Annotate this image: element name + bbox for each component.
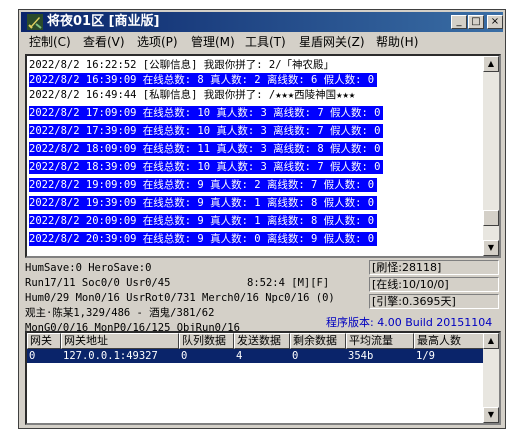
menu-help[interactable]: 帮助(H)	[376, 33, 418, 52]
log-line: 2022/8/2 18:09:09 在线总数: 11 真人数: 3 离线数: 8…	[29, 142, 384, 156]
maximize-button[interactable]: □	[468, 15, 484, 29]
menu-control[interactable]: 控制(C)	[29, 33, 71, 52]
title-bar[interactable]: 将夜01区 [商业版] _ □ ×	[21, 12, 503, 32]
status-humans: Hum0/29 Mon0/16 UsrRot0/731 Merch0/16 Np…	[25, 292, 335, 304]
menu-view[interactable]: 查看(V)	[83, 33, 125, 52]
col-max-users[interactable]: 最高人数	[414, 333, 485, 349]
log-scrollbar[interactable]: ▲ ▼	[483, 56, 499, 256]
menu-manage[interactable]: 管理(M)	[191, 33, 235, 52]
menu-bar: 控制(C) 查看(V) 选项(P) 管理(M) 工具(T) 星盾网关(Z) 帮助…	[21, 33, 503, 52]
log-line: 2022/8/2 19:09:09 在线总数: 9 真人数: 2 离线数: 7 …	[29, 178, 378, 192]
scroll-up-icon[interactable]: ▲	[483, 333, 499, 349]
log-line: 2022/8/2 17:09:09 在线总数: 10 真人数: 3 离线数: 7…	[29, 106, 384, 120]
log-line: 2022/8/2 17:39:09 在线总数: 10 真人数: 3 离线数: 7…	[29, 124, 384, 138]
log-line: 2022/8/2 19:39:09 在线总数: 9 真人数: 1 离线数: 8 …	[29, 196, 378, 210]
cell-max-users: 1/9	[416, 350, 435, 362]
status-run: Run17/11 Soc0/0 Usr0/45	[25, 277, 171, 289]
scroll-down-icon[interactable]: ▼	[483, 240, 499, 256]
log-line: 2022/8/2 16:22:52 [公聊信息] 我跟你拼了: 2/「神农殿」	[29, 59, 335, 71]
col-queue-data[interactable]: 队列数据	[179, 333, 234, 349]
col-gateway-address[interactable]: 网关地址	[61, 333, 179, 349]
menu-options[interactable]: 选项(P)	[137, 33, 178, 52]
cell-gateway: 0	[29, 350, 36, 362]
cell-gateway-address: 127.0.0.1:49327	[63, 350, 158, 362]
monster-refresh-box: [刷怪:28118]	[369, 260, 499, 275]
table-scrollbar[interactable]: ▲ ▼	[483, 333, 499, 423]
log-line: 2022/8/2 16:49:44 [私聊信息] 我跟你拼了: /★★★西陵神国…	[29, 89, 356, 101]
scroll-down-icon[interactable]: ▼	[483, 407, 499, 423]
menu-tools[interactable]: 工具(T)	[245, 33, 286, 52]
main-window: 将夜01区 [商业版] _ □ × 控制(C) 查看(V) 选项(P) 管理(M…	[18, 9, 506, 429]
log-line: 2022/8/2 20:09:09 在线总数: 9 真人数: 1 离线数: 8 …	[29, 214, 378, 228]
sword-app-icon	[27, 14, 43, 30]
program-version: 程序版本: 4.00 Build 20151104	[326, 316, 493, 329]
log-line: 2022/8/2 18:39:09 在线总数: 10 真人数: 3 离线数: 7…	[29, 160, 384, 174]
cell-avg-traffic: 354b	[348, 350, 374, 362]
cell-sent-data: 4	[236, 350, 243, 362]
col-avg-traffic[interactable]: 平均流量	[346, 333, 414, 349]
cell-queue-data: 0	[181, 350, 188, 362]
online-count-box: [在线:10/10/0]	[369, 277, 499, 292]
col-sent-data[interactable]: 发送数据	[234, 333, 290, 349]
gateway-table[interactable]: 网关 网关地址 队列数据 发送数据 剩余数据 平均流量 最高人数 0 127.0…	[25, 331, 501, 425]
window-title: 将夜01区 [商业版]	[47, 14, 160, 29]
scroll-up-icon[interactable]: ▲	[483, 56, 499, 72]
col-remaining-data[interactable]: 剩余数据	[290, 333, 346, 349]
cell-remaining-data: 0	[292, 350, 299, 362]
col-gateway[interactable]: 网关	[27, 333, 61, 349]
status-clock: 8:52:4 [M][F]	[247, 277, 330, 289]
menu-gateway[interactable]: 星盾网关(Z)	[299, 33, 365, 52]
log-line: 2022/8/2 16:39:09 在线总数: 8 真人数: 2 离线数: 6 …	[29, 73, 378, 87]
log-line: 2022/8/2 20:39:09 在线总数: 9 真人数: 0 离线数: 9 …	[29, 232, 378, 246]
status-save: HumSave:0 HeroSave:0	[25, 262, 152, 274]
engine-uptime-box: [引擎:0.3695天]	[369, 294, 499, 309]
scroll-thumb[interactable]	[483, 210, 499, 226]
close-button[interactable]: ×	[487, 15, 503, 29]
status-players: 观主·陈某1,329/486 - 酒鬼/381/62	[25, 307, 215, 319]
server-log[interactable]: 2022/8/2 16:22:52 [公聊信息] 我跟你拼了: 2/「神农殿」 …	[25, 54, 501, 258]
minimize-button[interactable]: _	[451, 15, 467, 29]
